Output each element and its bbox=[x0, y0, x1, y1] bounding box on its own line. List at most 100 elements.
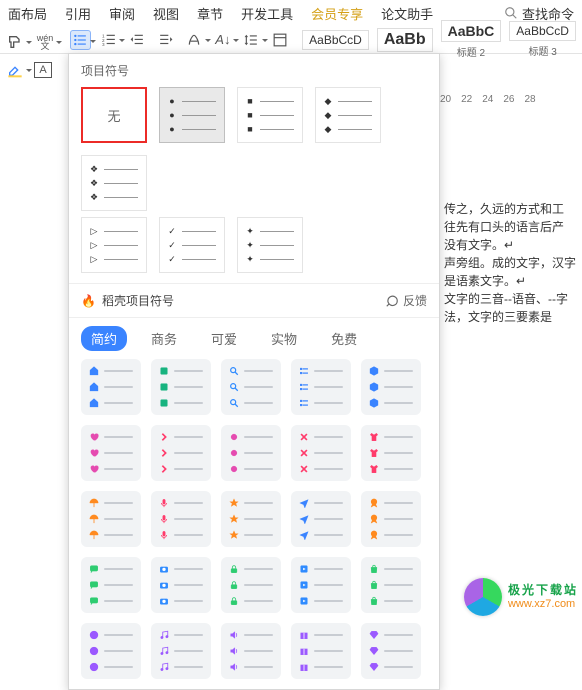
smile-icon bbox=[89, 646, 99, 656]
style-caption-h3: 标题 3 bbox=[509, 43, 576, 58]
theme-bullet-home[interactable] bbox=[81, 359, 141, 415]
bullet-list-button[interactable] bbox=[70, 30, 91, 50]
highlight-color-icon[interactable] bbox=[4, 60, 26, 80]
feedback-link[interactable]: 反馈 bbox=[385, 292, 427, 309]
style-heading2[interactable]: AaBbC bbox=[441, 20, 502, 42]
style-caption-h2: 标题 2 bbox=[441, 44, 502, 59]
theme-bullet-plane[interactable] bbox=[291, 491, 351, 547]
theme-bullet-bag[interactable] bbox=[361, 557, 421, 613]
theme-bullet-search[interactable] bbox=[221, 359, 281, 415]
theme-bullet-star[interactable] bbox=[221, 491, 281, 547]
doc-line: 没有文字。↵ bbox=[444, 236, 582, 254]
tab-business[interactable]: 商务 bbox=[141, 326, 187, 351]
ruler-tick: 24 bbox=[482, 94, 493, 105]
fire-icon: 🔥 bbox=[81, 294, 96, 308]
heart-icon bbox=[89, 448, 99, 458]
svg-text:3: 3 bbox=[102, 41, 105, 46]
chat-icon bbox=[385, 294, 399, 308]
basic-bullet-grid: 无 ● ● ● ■ ■ ■ ◆ ◆ ◆ ❖ ❖ ❖ bbox=[69, 87, 439, 217]
text-effects-button[interactable] bbox=[184, 30, 205, 50]
tab-simple[interactable]: 简约 bbox=[81, 326, 127, 351]
doc-line: 文字的三音--语音、--字 bbox=[444, 290, 582, 308]
diamond-icon bbox=[369, 662, 379, 672]
theme-bullet-shirt[interactable] bbox=[361, 425, 421, 481]
bullet-triangle[interactable]: ▷ ▷ ▷ bbox=[81, 217, 147, 273]
decrease-indent-button[interactable] bbox=[127, 30, 148, 50]
list-icon bbox=[299, 398, 309, 408]
watermark-title: 极光下载站 bbox=[508, 583, 578, 597]
tab-free[interactable]: 免费 bbox=[321, 326, 367, 351]
style-heading3[interactable]: AaBbCcD bbox=[509, 21, 576, 41]
bullet-sparkle[interactable]: ✦ ✦ ✦ bbox=[237, 217, 303, 273]
home-icon bbox=[89, 398, 99, 408]
theme-bullet-umbrella[interactable] bbox=[81, 491, 141, 547]
feedback-label: 反馈 bbox=[403, 292, 427, 309]
square-icon bbox=[159, 398, 169, 408]
mic-icon bbox=[159, 530, 169, 540]
theme-bullet-music[interactable] bbox=[151, 623, 211, 679]
menu-view[interactable]: 视图 bbox=[153, 4, 179, 23]
umbrella-icon bbox=[89, 514, 99, 524]
ribbon-icon bbox=[369, 530, 379, 540]
bullet-four-diamond[interactable]: ❖ ❖ ❖ bbox=[81, 155, 147, 211]
paragraph-layout-button[interactable] bbox=[270, 30, 291, 50]
theme-bullet-chev[interactable] bbox=[151, 425, 211, 481]
document-body[interactable]: 传之，久远的方式和工 往先有口头的语言后产 没有文字。↵ 声旁组。成的文字，汉字… bbox=[444, 200, 582, 326]
style-heading1[interactable]: AaBb bbox=[377, 28, 433, 52]
theme-bullet-square[interactable] bbox=[151, 359, 211, 415]
theme-bullet-grid bbox=[69, 359, 439, 689]
bullet-disc[interactable]: ● ● ● bbox=[159, 87, 225, 143]
theme-bullet-gift[interactable] bbox=[291, 623, 351, 679]
theme-bullet-list[interactable] bbox=[291, 359, 351, 415]
doc-line: 往先有口头的语言后产 bbox=[444, 218, 582, 236]
plane-icon bbox=[299, 514, 309, 524]
theme-bullet-camera[interactable] bbox=[151, 557, 211, 613]
bullet-check[interactable]: ✓ ✓ ✓ bbox=[159, 217, 225, 273]
menu-review[interactable]: 审阅 bbox=[109, 4, 135, 23]
character-border-icon[interactable]: A bbox=[34, 62, 52, 78]
theme-bullet-ribbon[interactable] bbox=[361, 491, 421, 547]
shirt-icon bbox=[369, 464, 379, 474]
numbered-list-button[interactable]: 123 bbox=[99, 30, 120, 50]
theme-bullet-film[interactable] bbox=[291, 557, 351, 613]
cube-icon bbox=[369, 366, 379, 376]
text-direction-button[interactable]: A↓ bbox=[213, 30, 234, 50]
bag-icon bbox=[369, 580, 379, 590]
theme-bullet-x[interactable] bbox=[291, 425, 351, 481]
watermark-url: www.xz7.com bbox=[508, 597, 578, 611]
chat-icon bbox=[89, 564, 99, 574]
dot-icon bbox=[229, 448, 239, 458]
bullet-square[interactable]: ■ ■ ■ bbox=[237, 87, 303, 143]
theme-bullet-dot[interactable] bbox=[221, 425, 281, 481]
bullet-none[interactable]: 无 bbox=[81, 87, 147, 143]
tab-objects[interactable]: 实物 bbox=[261, 326, 307, 351]
format-painter-icon[interactable] bbox=[4, 32, 26, 52]
theme-bullet-mic[interactable] bbox=[151, 491, 211, 547]
line-spacing-button[interactable] bbox=[241, 30, 262, 50]
theme-bullet-speaker[interactable] bbox=[221, 623, 281, 679]
ruler-tick: 20 bbox=[440, 94, 451, 105]
style-normal[interactable]: AaBbCcD bbox=[302, 30, 369, 50]
increase-indent-button[interactable] bbox=[156, 30, 177, 50]
theme-bullet-cube[interactable] bbox=[361, 359, 421, 415]
speaker-icon bbox=[229, 630, 239, 640]
camera-icon bbox=[159, 580, 169, 590]
speaker-icon bbox=[229, 646, 239, 656]
menu-devtools[interactable]: 开发工具 bbox=[241, 4, 293, 23]
tab-cute[interactable]: 可爱 bbox=[201, 326, 247, 351]
menu-layout[interactable]: 面布局 bbox=[8, 4, 47, 23]
theme-bullet-diamond[interactable] bbox=[361, 623, 421, 679]
menu-chapter[interactable]: 章节 bbox=[197, 4, 223, 23]
chat-icon bbox=[89, 596, 99, 606]
menu-reference[interactable]: 引用 bbox=[65, 4, 91, 23]
theme-bullet-chat[interactable] bbox=[81, 557, 141, 613]
ribbon-icon bbox=[369, 498, 379, 508]
theme-bullet-lock[interactable] bbox=[221, 557, 281, 613]
watermark-logo-icon bbox=[464, 578, 502, 616]
phonetic-guide-icon[interactable]: wén文 bbox=[34, 32, 56, 52]
theme-bullet-smile[interactable] bbox=[81, 623, 141, 679]
list-icon bbox=[299, 382, 309, 392]
bullet-diamond[interactable]: ◆ ◆ ◆ bbox=[315, 87, 381, 143]
theme-bullet-heart[interactable] bbox=[81, 425, 141, 481]
search-icon bbox=[504, 6, 518, 20]
